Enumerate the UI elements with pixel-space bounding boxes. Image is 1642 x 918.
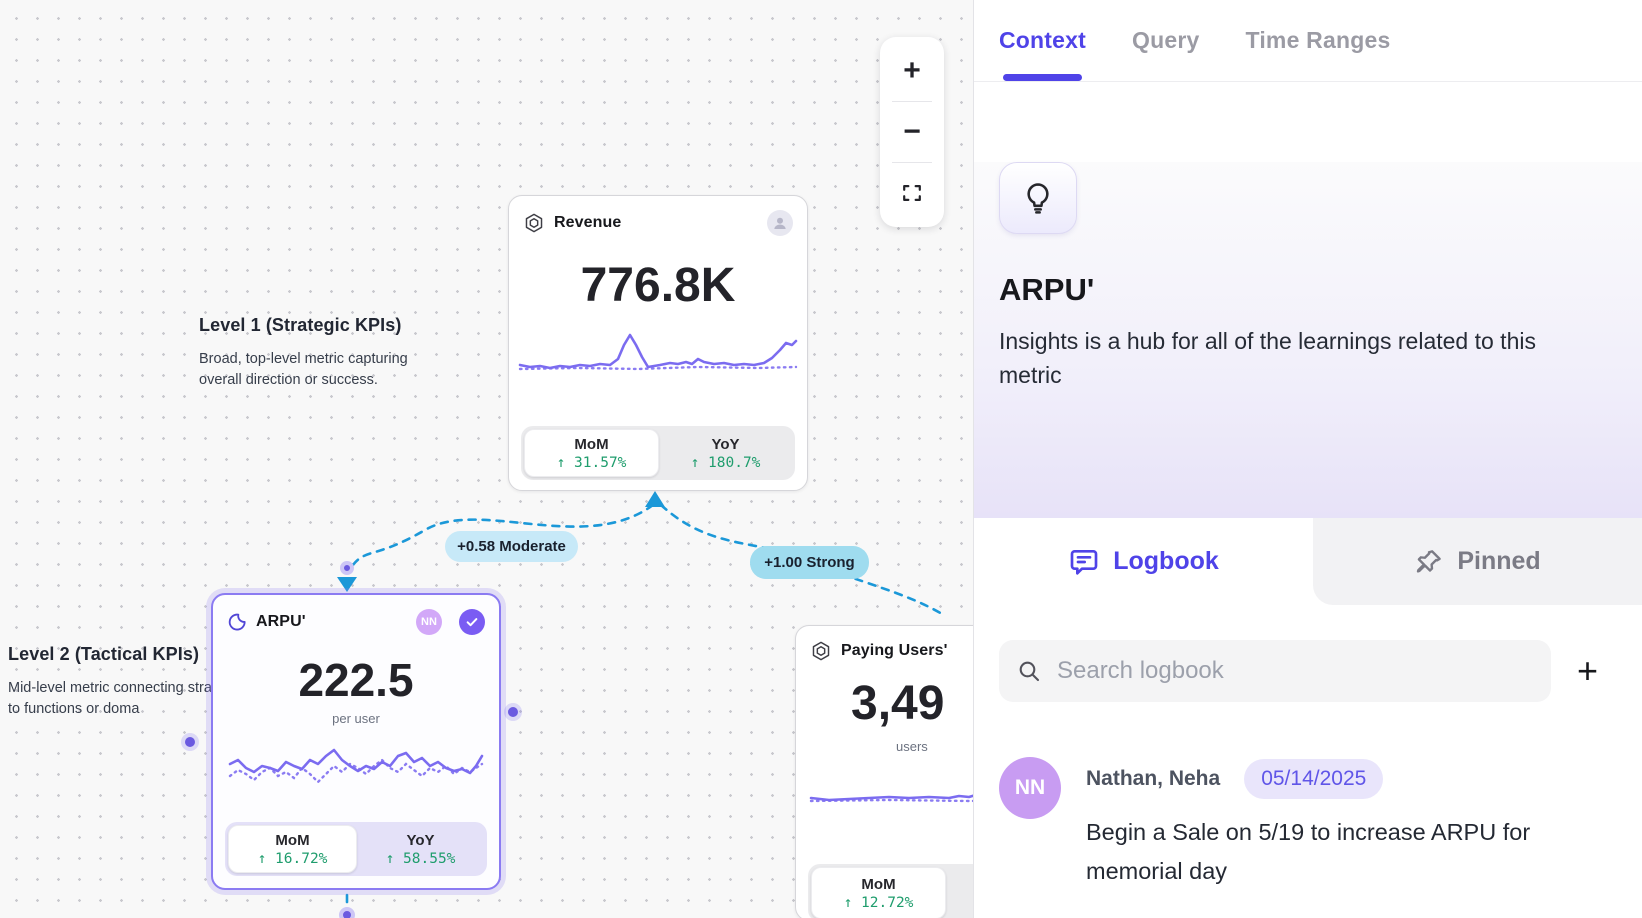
tab-logbook[interactable]: Logbook <box>974 518 1313 605</box>
hexagon-icon <box>523 212 545 234</box>
logbook-search[interactable] <box>999 640 1551 702</box>
yoy-value: ↑ 58.55% <box>386 851 456 867</box>
owner-avatar-icon[interactable] <box>767 210 793 236</box>
annotation-title: Level 2 (Tactical KPIs) <box>8 644 243 665</box>
assignee-avatar[interactable]: NN <box>416 609 442 635</box>
metric-card-arpu[interactable]: ARPU' NN 222.5 per user MoM ↑ 16.72% YoY <box>211 593 501 890</box>
yoy-label: YoY <box>711 436 739 453</box>
mom-toggle[interactable]: MoM ↑ 31.57% <box>524 429 659 477</box>
divider <box>892 162 932 163</box>
annotation-level-1: Level 1 (Strategic KPIs) Broad, top-leve… <box>199 315 431 391</box>
card-title: Revenue <box>554 214 758 232</box>
mom-label: MoM <box>275 832 309 849</box>
fullscreen-icon <box>901 182 923 204</box>
mom-label: MoM <box>861 876 895 893</box>
sparkline <box>518 329 798 379</box>
correlation-label-strong[interactable]: +1.00 Strong <box>750 546 869 579</box>
yoy-value: ↑ 180.7% <box>691 455 761 471</box>
kpi-canvas[interactable]: +0.58 Moderate +1.00 Strong Level 1 (Str… <box>0 0 973 918</box>
yoy-label: YoY <box>406 832 434 849</box>
tab-logbook-label: Logbook <box>1113 547 1219 576</box>
insight-icon-card <box>999 162 1077 234</box>
metric-value: 776.8K <box>509 258 807 313</box>
logbook-content: + NN Nathan, Neha 05/14/2025 Begin a Sal… <box>974 605 1642 891</box>
handle-arpu-bottom-end <box>341 909 353 918</box>
tab-pinned-label: Pinned <box>1457 547 1540 576</box>
period-toggle: MoM ↑ 16.72% YoY ↑ 58.55% <box>225 822 487 876</box>
sparkline <box>228 738 484 796</box>
card-title: ARPU' <box>256 613 407 631</box>
tab-context[interactable]: Context <box>999 0 1086 81</box>
metric-card-revenue[interactable]: Revenue 776.8K MoM ↑ 31.57% YoY <box>508 195 808 491</box>
annotation-title: Level 1 (Strategic KPIs) <box>199 315 431 336</box>
arrowhead-into-revenue <box>645 491 665 507</box>
lightbulb-icon <box>1020 180 1056 216</box>
logbook-entry[interactable]: NN Nathan, Neha 05/14/2025 Begin a Sale … <box>999 757 1617 891</box>
arrowhead-into-arpu <box>337 577 357 592</box>
logbook-tab-bar: Logbook Pinned <box>974 518 1642 605</box>
mom-toggle[interactable]: MoM ↑ 12.72% <box>811 867 946 918</box>
entry-date-badge: 05/14/2025 <box>1244 759 1383 799</box>
annotation-body: Broad, top-level metric capturing overal… <box>199 349 431 391</box>
metric-hero: ARPU' Insights is a hub for all of the l… <box>974 162 1642 518</box>
logbook-icon <box>1068 546 1100 578</box>
annotation-level-2: Level 2 (Tactical KPIs) Mid-level metric… <box>8 644 243 720</box>
verified-badge-icon[interactable] <box>459 609 485 635</box>
mom-label: MoM <box>574 436 608 453</box>
annotation-body: Mid-level metric connecting strategy to … <box>8 678 243 720</box>
entry-avatar: NN <box>999 757 1061 819</box>
search-input[interactable] <box>1057 657 1533 685</box>
metric-unit: per user <box>213 711 499 726</box>
handle-arpu-left[interactable] <box>185 737 195 747</box>
handle-arpu-right[interactable] <box>508 707 518 717</box>
app-window: +0.58 Moderate +1.00 Strong Level 1 (Str… <box>0 0 1642 918</box>
tab-pinned[interactable]: Pinned <box>1313 518 1642 605</box>
add-entry-button[interactable]: + <box>1577 653 1598 689</box>
moon-icon <box>227 612 247 632</box>
mom-toggle[interactable]: MoM ↑ 16.72% <box>228 825 357 873</box>
zoom-out-button[interactable]: − <box>880 106 944 158</box>
metric-description: Insights is a hub for all of the learnin… <box>999 324 1574 392</box>
tab-query[interactable]: Query <box>1132 0 1199 81</box>
entry-text: Begin a Sale on 5/19 to increase ARPU fo… <box>1086 813 1586 891</box>
yoy-toggle[interactable]: YoY ↑ 180.7% <box>659 429 792 477</box>
zoom-in-button[interactable]: + <box>880 45 944 97</box>
yoy-toggle[interactable]: YoY ↑ 58.55% <box>357 825 484 873</box>
canvas-zoom-controls: + − <box>880 37 944 227</box>
period-toggle: MoM ↑ 31.57% YoY ↑ 180.7% <box>521 426 795 480</box>
metric-name: ARPU' <box>999 272 1617 308</box>
mom-value: ↑ 16.72% <box>258 851 328 867</box>
fit-view-button[interactable] <box>880 167 944 219</box>
metric-value: 222.5 <box>213 653 499 707</box>
correlation-label-moderate[interactable]: +0.58 Moderate <box>445 531 578 562</box>
hexagon-icon <box>810 640 832 662</box>
divider <box>892 101 932 102</box>
context-sidebar: Context Query Time Ranges ARPU' Insights… <box>973 0 1642 918</box>
search-icon <box>1017 658 1041 684</box>
mom-value: ↑ 31.57% <box>557 455 627 471</box>
mom-value: ↑ 12.72% <box>844 895 914 911</box>
pin-icon <box>1414 547 1444 577</box>
entry-author: Nathan, Neha <box>1086 767 1220 791</box>
handle-arpu-top <box>342 563 352 573</box>
sidebar-tab-bar: Context Query Time Ranges <box>974 0 1642 82</box>
tab-time-ranges[interactable]: Time Ranges <box>1246 0 1391 81</box>
